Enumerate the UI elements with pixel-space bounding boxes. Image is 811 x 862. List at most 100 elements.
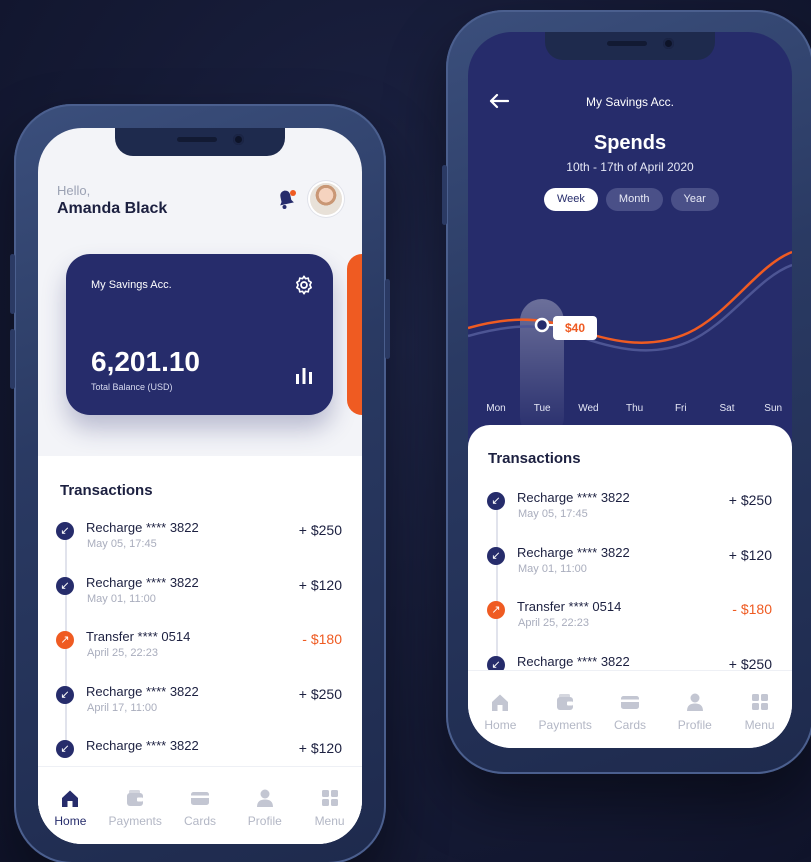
notch [545, 32, 715, 60]
chart-point[interactable] [534, 317, 550, 333]
nav-label: Home [54, 814, 87, 828]
transaction-amount: + $120 [728, 546, 772, 563]
nav-item-payments[interactable]: Payments [103, 767, 168, 844]
arrow-up-right-icon: ↗ [56, 631, 74, 649]
nav-item-menu[interactable]: Menu [727, 671, 792, 748]
transaction-row[interactable]: ↙ Recharge **** 3822 May 05, 17:45 + $250 [38, 520, 362, 560]
transaction-title: Recharge **** 3822 [517, 490, 630, 505]
notch [115, 128, 285, 156]
arrow-down-left-icon: ↙ [487, 546, 505, 565]
nav-item-menu[interactable]: Menu [297, 767, 362, 844]
nav-item-payments[interactable]: Payments [533, 671, 598, 748]
phone-spends: My Savings Acc. Spends 10th - 17th of Ap… [442, 10, 811, 774]
day-label-sun[interactable]: Sun [753, 403, 792, 414]
transaction-title: Recharge **** 3822 [86, 574, 199, 590]
transaction-row[interactable]: ↗ Transfer **** 0514 April 25, 22:23 - $180 [468, 599, 792, 639]
transaction-title: Recharge **** 3822 [86, 520, 199, 535]
transaction-date: April 17, 11:00 [87, 701, 158, 714]
day-label-wed[interactable]: Wed [568, 403, 608, 414]
avatar[interactable] [310, 183, 342, 215]
transaction-title: Recharge **** 3822 [517, 544, 630, 560]
arrow-down-left-icon: ↙ [56, 522, 74, 540]
bottom-nav: Home Payments Cards Profile Menu [468, 670, 792, 748]
transaction-title: Recharge **** 3822 [86, 738, 199, 753]
transaction-row[interactable]: ↙ Recharge **** 3822 May 01, 11:00 + $120 [468, 545, 792, 585]
day-label-thu[interactable]: Thu [615, 403, 655, 414]
nav-label: Cards [613, 718, 646, 732]
card-icon [620, 696, 639, 709]
user-icon [686, 693, 703, 711]
nav-label: Payments [538, 718, 592, 732]
nav-item-home[interactable]: Home [38, 767, 103, 844]
nav-label: Home [484, 718, 517, 732]
transaction-row[interactable]: ↗ Transfer **** 0514 April 25, 22:23 - $180 [38, 629, 362, 669]
transaction-amount: + $250 [298, 522, 342, 538]
gear-icon[interactable] [293, 274, 315, 296]
transaction-row[interactable]: ↙ Recharge **** 3822 April 17, 11:00 + $250 [38, 684, 362, 724]
spends-screen: My Savings Acc. Spends 10th - 17th of Ap… [468, 32, 792, 748]
nav-label: Profile [677, 718, 712, 732]
savings-card[interactable]: My Savings Acc. 6,201.10 Total Balance (… [66, 254, 333, 415]
grid-icon [751, 694, 768, 710]
nav-label: Payments [108, 814, 162, 828]
transaction-amount: + $250 [728, 492, 772, 508]
transaction-title: Transfer **** 0514 [86, 629, 191, 644]
transaction-amount: - $180 [732, 601, 772, 617]
chart-tooltip: $40 [553, 316, 597, 340]
user-icon [256, 789, 273, 807]
day-label-fri[interactable]: Fri [661, 403, 701, 414]
transaction-row[interactable]: ↙ Recharge **** 3822 May 05, 17:45 + $250 [468, 490, 792, 530]
page-title: Spends [593, 132, 667, 154]
next-card-peek[interactable] [347, 254, 362, 415]
balance-amount: 6,201.10 [91, 346, 200, 377]
power-button [385, 279, 390, 359]
transaction-amount: - $180 [302, 631, 342, 647]
volume-button [10, 254, 15, 314]
wallet-icon [557, 694, 574, 710]
nav-item-profile[interactable]: Profile [232, 767, 297, 844]
transaction-date: May 01, 11:00 [87, 592, 156, 605]
arrow-up-right-icon: ↗ [487, 601, 505, 619]
wallet-icon [127, 790, 144, 806]
day-label-tue[interactable]: Tue [522, 403, 562, 414]
period-tabs: Week Month Year [544, 188, 719, 211]
nav-label: Menu [744, 718, 775, 732]
transaction-date: May 01, 11:00 [518, 562, 587, 575]
transaction-amount: + $120 [298, 740, 342, 756]
nav-item-home[interactable]: Home [468, 671, 533, 748]
transactions-heading: Transactions [60, 482, 153, 499]
tab-month[interactable]: Month [605, 188, 663, 211]
transaction-title: Recharge **** 3822 [517, 653, 630, 669]
nav-item-cards[interactable]: Cards [598, 671, 663, 748]
transaction-date: May 05, 17:45 [87, 538, 157, 550]
home-icon [492, 694, 509, 711]
transaction-date: April 25, 22:23 [87, 647, 158, 659]
tab-year[interactable]: Year [670, 188, 719, 211]
transactions-heading: Transactions [488, 450, 581, 467]
nav-label: Profile [247, 814, 282, 828]
phone-home: Hello, Amanda Black My Savings Acc. 6,20… [10, 104, 390, 862]
card-icon [190, 792, 209, 805]
bell-icon[interactable] [273, 186, 299, 212]
day-label-sat[interactable]: Sat [707, 403, 747, 414]
volume-button [442, 165, 447, 225]
day-label-mon[interactable]: Mon [476, 403, 516, 414]
chart-line-primary [468, 250, 792, 344]
transaction-title: Recharge **** 3822 [86, 683, 199, 699]
transaction-amount: + $120 [298, 576, 342, 593]
transaction-title: Transfer **** 0514 [517, 599, 622, 614]
bar-chart-icon[interactable] [295, 366, 313, 384]
balance-label: Total Balance (USD) [91, 382, 173, 392]
volume-button [10, 329, 15, 389]
bottom-nav: Home Payments Cards Profile Menu [38, 766, 362, 844]
chart-line-secondary [468, 263, 792, 352]
nav-item-cards[interactable]: Cards [168, 767, 233, 844]
tab-week[interactable]: Week [544, 188, 598, 211]
nav-label: Menu [314, 814, 345, 828]
arrow-down-left-icon: ↙ [56, 576, 74, 595]
transaction-date: May 05, 17:45 [518, 508, 588, 520]
arrow-down-left-icon: ↙ [56, 685, 74, 704]
nav-item-profile[interactable]: Profile [662, 671, 727, 748]
transaction-row[interactable]: ↙ Recharge **** 3822 May 01, 11:00 + $120 [38, 575, 362, 615]
home-icon [62, 790, 79, 807]
